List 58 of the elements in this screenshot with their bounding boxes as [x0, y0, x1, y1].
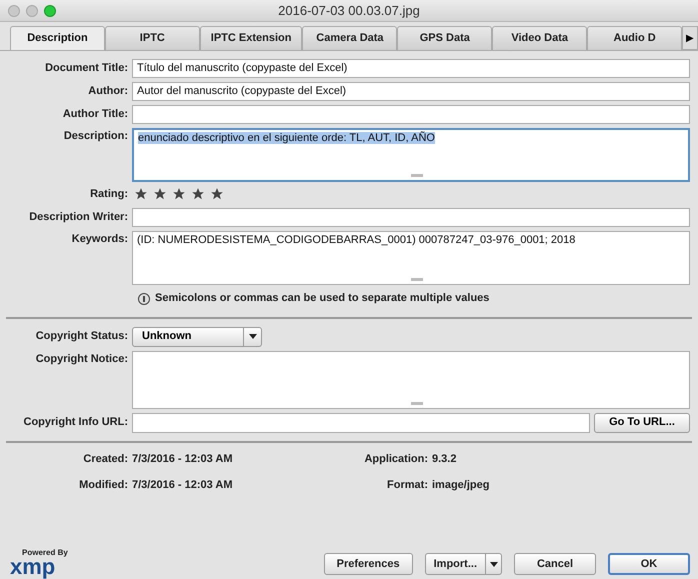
star-icon[interactable]	[153, 187, 167, 202]
info-label: Application:	[364, 452, 428, 464]
tab[interactable]: Audio D	[587, 26, 682, 50]
area-text: (ID: NUMERODESISTEMA_CODIGODEBARRAS_0001) 000787247_03-976_0001; 2018	[137, 234, 576, 246]
zoom-icon[interactable]	[44, 5, 56, 17]
resize-grip-icon	[411, 278, 423, 280]
go-to-url-button[interactable]: Go To URL...	[594, 412, 690, 432]
status-dropdown[interactable]: Unknown	[132, 326, 262, 346]
info-label: Format:	[387, 479, 428, 491]
text-area[interactable]: (ID: NUMERODESISTEMA_CODIGODEBARRAS_0001) 000787247_03-976_0001; 2018	[132, 230, 690, 284]
minimize-icon[interactable]	[26, 5, 38, 17]
area-text: enunciado descriptivo en el siguiente orde: TL, AUT, ID, AÑO	[138, 132, 435, 144]
tab[interactable]: Video Data	[492, 26, 588, 50]
dialog-button[interactable]: Preferences	[324, 553, 413, 575]
field-label: Copyright Info URL:	[24, 416, 128, 428]
tab[interactable]: IPTC	[104, 26, 200, 50]
star-icon[interactable]	[134, 187, 148, 202]
info-label: Modified:	[79, 479, 128, 491]
field-label: Description Writer:	[29, 210, 128, 223]
field-label: Description:	[64, 130, 128, 142]
dialog-button[interactable]: OK	[608, 553, 690, 575]
window-title: 2016-07-03 00.03.07.jpg	[278, 2, 420, 20]
info-label: Created:	[83, 452, 128, 464]
info-icon	[138, 292, 150, 304]
logo-caption: Powered By	[21, 549, 68, 557]
text-field[interactable]: Autor del manuscrito (copypaste del Excel)	[132, 82, 690, 101]
tab-scroll-button[interactable]: ▶	[682, 26, 698, 50]
logo: xmp	[10, 557, 56, 577]
field-label: Author:	[88, 85, 128, 98]
field-label: Copyright Status:	[36, 330, 128, 342]
field-label: Rating:	[90, 188, 128, 200]
field-label: Document Title:	[45, 62, 128, 74]
info-value: 9.3.2	[432, 452, 456, 464]
star-icon[interactable]	[172, 187, 186, 202]
resize-grip-icon	[411, 402, 423, 404]
info-value: image/jpeg	[432, 479, 490, 491]
text-field[interactable]	[132, 105, 690, 124]
text-field[interactable]: Título del manuscrito (copypaste del Excel)	[132, 59, 690, 78]
info-value: 7/3/2016 - 12:03 AM	[132, 452, 232, 464]
close-icon[interactable]	[8, 5, 20, 17]
caret-icon	[490, 562, 498, 566]
tab[interactable]: Description	[10, 26, 105, 50]
info-value: 7/3/2016 - 12:03 AM	[132, 479, 232, 491]
text-field[interactable]	[132, 208, 690, 226]
field-label: Copyright Notice:	[36, 352, 128, 364]
star-icon[interactable]	[191, 187, 205, 202]
text-area[interactable]: enunciado descriptivo en el siguiente orde: TL, AUT, ID, AÑO	[132, 128, 690, 182]
dialog-button[interactable]: Cancel	[514, 553, 596, 575]
tab[interactable]: IPTC Extension	[200, 26, 302, 50]
tab[interactable]: Camera Data	[302, 26, 398, 50]
field-label: Keywords:	[72, 232, 128, 244]
resize-grip-icon	[411, 174, 423, 177]
url-field[interactable]	[132, 412, 590, 432]
field-label: Author Title:	[62, 108, 128, 120]
text-area[interactable]	[132, 350, 690, 408]
hint-text: Semicolons or commas can be used to separate multiple values	[155, 291, 490, 306]
tab[interactable]: GPS Data	[397, 26, 492, 50]
star-icon[interactable]	[210, 187, 224, 202]
